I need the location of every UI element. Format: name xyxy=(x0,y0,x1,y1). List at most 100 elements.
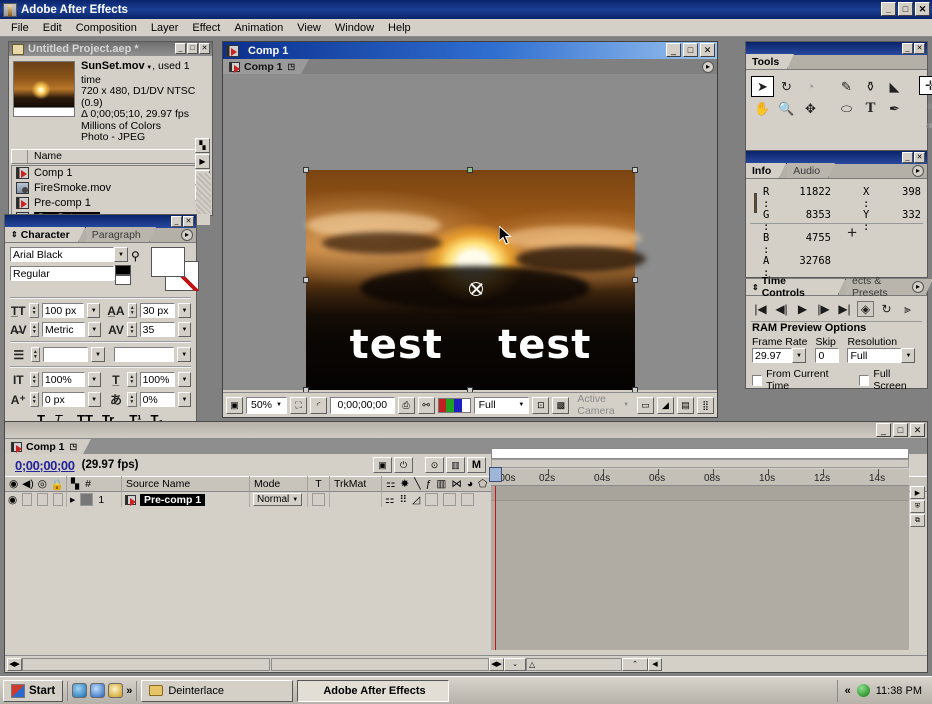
vertical-scale-input[interactable]: 100% xyxy=(41,372,85,387)
menu-edit[interactable]: Edit xyxy=(36,20,69,36)
current-time-indicator[interactable] xyxy=(489,467,502,650)
tsume-stepper[interactable]: ▲ ▼ xyxy=(127,392,137,407)
stroke-style-input[interactable] xyxy=(113,347,175,362)
selection-handle[interactable] xyxy=(632,277,638,283)
start-button[interactable]: Start xyxy=(3,679,64,702)
video-eye-icon[interactable]: ◉ xyxy=(9,478,18,490)
clone-stamp-tool-icon[interactable]: ⚱ xyxy=(859,76,882,97)
column-options-icon[interactable]: ▚ xyxy=(195,138,210,153)
label-color-swatch[interactable] xyxy=(80,493,94,506)
black-white-swatch[interactable] xyxy=(114,265,137,287)
panel-horizontal-scrollbar[interactable] xyxy=(22,657,270,671)
view-layout-button[interactable]: ▭ xyxy=(637,396,655,414)
audio-toggle-button[interactable]: ◈ xyxy=(857,301,874,317)
horizontal-scale-dropdown-icon[interactable]: ▼ xyxy=(177,372,191,387)
preserve-transparency-checkbox[interactable] xyxy=(312,493,325,506)
zoom-level-select[interactable]: 50% ▼ xyxy=(246,396,287,414)
camera-tool-icon[interactable]: ● xyxy=(919,96,932,115)
internet-explorer-icon[interactable] xyxy=(72,683,88,698)
kerning-input[interactable]: Metric xyxy=(42,322,85,337)
tracking-dropdown-icon[interactable]: ▼ xyxy=(177,322,191,337)
brush-tool-icon[interactable]: ✎ xyxy=(835,76,858,97)
horizontal-scale-stepper[interactable]: ▲ ▼ xyxy=(127,372,137,387)
next-frame-button[interactable]: |▶ xyxy=(815,301,832,317)
adjustment-icon[interactable]: ◕ xyxy=(467,478,473,490)
close-button[interactable]: ✕ xyxy=(915,2,930,16)
toggle-mask-button[interactable]: ◜ xyxy=(310,396,327,414)
always-preview-button[interactable]: ▣ xyxy=(226,396,243,414)
outlook-icon[interactable] xyxy=(90,683,106,698)
tsume-input[interactable]: 0% xyxy=(139,392,175,407)
from-current-time-checkbox-row[interactable]: From Current Time xyxy=(752,368,845,392)
project-close-button[interactable]: ✕ xyxy=(199,43,210,54)
quick-launch-overflow[interactable]: » xyxy=(126,685,132,697)
timeline-jump-button[interactable]: ▤ xyxy=(677,396,695,414)
kerning-stepper[interactable]: ▲ ▼ xyxy=(29,322,40,337)
font-family-input[interactable]: Arial Black xyxy=(10,247,114,262)
kerning-dropdown-icon[interactable]: ▼ xyxy=(87,322,101,337)
list-item[interactable]: Pre-comp 1 xyxy=(12,196,210,211)
menu-file[interactable]: File xyxy=(4,20,36,36)
solo-icon[interactable]: ◎ xyxy=(38,478,47,490)
timeline-close-button[interactable]: ✕ xyxy=(910,423,925,437)
quality-icon[interactable]: ╲ xyxy=(414,478,420,490)
preserve-transparency-cell[interactable] xyxy=(308,492,330,507)
timeline-graph-area[interactable] xyxy=(489,467,909,650)
leading-dropdown-icon[interactable]: ▼ xyxy=(178,303,191,318)
list-item[interactable]: FireSmoke.mov xyxy=(12,181,210,196)
info-panel-menu-icon[interactable]: ▸ xyxy=(912,165,924,177)
camera-select[interactable]: Active Camera ▼ xyxy=(572,393,635,417)
axis-mode-tool-icon[interactable]: ✛ xyxy=(919,76,932,95)
previous-frame-button[interactable]: ◀| xyxy=(773,301,790,317)
selection-handle[interactable] xyxy=(303,167,309,173)
timeline-zoom-slider[interactable]: △ xyxy=(526,657,622,671)
font-size-input[interactable]: 100 px xyxy=(41,303,85,318)
time-controls-panel-menu-icon[interactable]: ▸ xyxy=(912,281,924,293)
tab-time-controls[interactable]: ⇕ Time Controls xyxy=(746,275,846,299)
source-name-header[interactable]: Source Name xyxy=(122,476,250,492)
trkmat-cell[interactable] xyxy=(330,492,382,507)
skip-input[interactable]: 0 xyxy=(815,348,840,363)
tab-close-icon[interactable]: ◳ xyxy=(288,62,296,71)
timeline-comp-marker-icon[interactable]: ⧉ xyxy=(910,514,925,527)
transparency-grid-button[interactable]: ▩ xyxy=(552,396,570,414)
character-close-button[interactable]: ✕ xyxy=(183,216,194,227)
font-size-dropdown-icon[interactable]: ▼ xyxy=(87,303,101,318)
loop-button[interactable]: ↻ xyxy=(878,301,895,317)
trkmat-header[interactable]: TrkMat xyxy=(330,476,382,492)
taskbar-clock[interactable]: 11:38 PM xyxy=(876,685,922,697)
composition-panel-menu-icon[interactable]: ▸ xyxy=(702,61,714,73)
frame-blend-cell[interactable] xyxy=(425,493,439,506)
font-family-dropdown-icon[interactable]: ▼ xyxy=(114,247,128,262)
collapse-toggle-icon[interactable]: ⠿ xyxy=(399,494,407,506)
composition-frame[interactable]: test test xyxy=(306,170,646,390)
tab-timeline-comp-1[interactable]: Comp 1 ◳ xyxy=(5,439,92,454)
comp-maximize-button[interactable]: □ xyxy=(683,43,698,57)
hide-shy-layers-button[interactable]: ⏻ xyxy=(394,457,413,473)
take-snapshot-button[interactable]: ⎙ xyxy=(397,396,415,414)
time-navigator-bar[interactable] xyxy=(491,459,909,468)
play-button[interactable]: ▶ xyxy=(794,301,811,317)
frame-rate-dropdown-icon[interactable]: ▼ xyxy=(792,348,806,363)
timeline-current-timecode[interactable]: 0;00;00;00 xyxy=(5,458,75,473)
blend-mode-select[interactable]: Normal ▼ xyxy=(253,493,303,506)
layer-mode-cell[interactable]: Normal ▼ xyxy=(250,492,308,507)
menu-help[interactable]: Help xyxy=(381,20,418,36)
comp-minimize-button[interactable]: _ xyxy=(666,43,681,57)
from-current-time-checkbox[interactable] xyxy=(752,374,763,386)
taskbar-item-after-effects[interactable]: Adobe After Effects xyxy=(297,679,450,702)
3d-layer-cell[interactable] xyxy=(461,493,475,506)
frame-blending-button[interactable]: ▥ xyxy=(446,457,465,473)
selection-handle[interactable] xyxy=(303,277,309,283)
track-matte-t-header[interactable]: T xyxy=(308,476,330,492)
ram-preview-button[interactable]: ⫸ xyxy=(899,301,916,317)
solo-toggle-cell[interactable] xyxy=(37,493,48,506)
layer-anchor-point-icon[interactable] xyxy=(469,282,483,296)
selection-handle[interactable] xyxy=(632,167,638,173)
full-screen-checkbox[interactable] xyxy=(859,374,870,386)
list-item[interactable]: Comp 1 xyxy=(12,166,210,181)
title-action-safe-button[interactable]: ⊡ xyxy=(532,396,550,414)
3d-layer-icon[interactable]: ⬠ xyxy=(478,478,487,490)
resolution-dropdown-icon[interactable]: ▼ xyxy=(901,348,916,363)
pixel-aspect-button[interactable]: ◢ xyxy=(657,396,675,414)
